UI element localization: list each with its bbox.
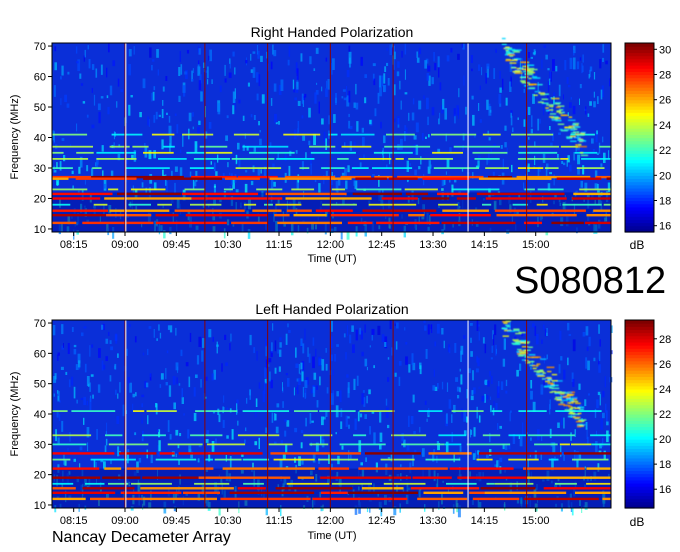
colorbar-tick-label: 26 [659,359,671,371]
emission-band [52,203,611,206]
right-frequency-axis: 10 20 30 40 50 60 70 [34,41,52,236]
left-time-axis: 08:15 09:00 09:45 10:30 11:15 12:00 12:45 13:30… [60,508,550,527]
emission-band [52,167,605,169]
interference-band [52,497,611,501]
interference-band [52,192,611,196]
emission-band [52,145,611,148]
right-time-axis: 08:15 09:00 09:45 10:30 11:15 12:00 12:45 13:30… [60,232,550,251]
colorbar-tick-label: 24 [659,384,671,396]
y-tick-label: 30 [34,163,46,175]
colorbar-tick-label: 30 [659,44,671,56]
emission-band [52,410,602,412]
colorbar-tick-label: 22 [659,409,671,421]
left-frequency-axis: 10 20 30 40 50 60 70 [34,318,52,512]
left-colorbar: 16 18 20 22 24 26 28 [624,319,671,509]
y-tick-label: 10 [34,500,46,512]
colorbar-tick-label: 20 [659,434,671,446]
interference-band [52,491,611,494]
colorbar-tick-label: 18 [659,459,671,471]
colorbar-tick-label: 24 [659,120,671,132]
x-tick-label: 11:15 [266,239,293,251]
x-tick-label: 12:00 [317,239,345,251]
y-tick-label: 60 [34,72,46,84]
x-tick-label: 14:15 [471,239,499,251]
right-colorbar: 16 18 20 22 24 26 28 30 [624,42,671,233]
interference-band [52,209,611,212]
x-tick-label: 13:30 [419,239,447,251]
interference-band [52,476,611,479]
right-time-axis-label: Time (UT) [307,253,356,265]
colorbar-tick-label: 22 [659,145,671,157]
right-polarization-spectrogram [52,37,612,240]
x-tick-label: 12:00 [317,515,345,527]
x-tick-label: 13:30 [419,515,447,527]
right-frequency-axis-label: Frequency (MHz) [9,95,21,180]
colorbar-tick-label: 16 [659,221,671,233]
colorbar-segment [625,43,654,47]
y-tick-label: 60 [34,348,46,360]
y-tick-label: 50 [34,379,46,391]
y-tick-label: 10 [34,224,46,236]
x-tick-label: 14:15 [471,515,499,527]
x-tick-label: 09:00 [111,239,139,251]
left-polarization-spectrogram [52,319,613,518]
x-tick-label: 12:45 [368,239,396,251]
x-tick-label: 09:45 [163,515,191,527]
colorbar-tick-label: 28 [659,70,671,82]
y-tick-label: 70 [34,318,46,330]
y-tick-label: 20 [34,193,46,205]
y-tick-label: 20 [34,470,46,482]
x-tick-label: 12:45 [368,515,396,527]
x-tick-label: 08:15 [60,239,88,251]
y-tick-label: 50 [34,102,46,114]
x-tick-label: 15:00 [522,515,550,527]
colorbar-tick-label: 26 [659,95,671,107]
right-polarization-panel: Right Handed Polarization 10 20 30 40 50 60 70… [9,24,671,265]
left-time-axis-label: Time (UT) [307,530,356,542]
observatory-name: Nancay Decameter Array [52,529,231,546]
y-tick-label: 40 [34,409,46,421]
y-tick-label: 40 [34,133,46,145]
colorbar-tick-label: 16 [659,484,671,496]
x-tick-label: 08:15 [60,515,88,527]
colorbar-tick-label: 18 [659,196,671,208]
left-polarization-panel: Left Handed Polarization 10203040506070 … [9,301,671,542]
interference-band [52,177,611,180]
interference-band [52,197,611,200]
x-tick-label: 09:00 [111,515,139,527]
x-tick-label: 15:00 [522,239,550,251]
x-tick-label: 11:15 [266,515,293,527]
colorbar-segment [625,320,654,324]
x-tick-label: 10:30 [214,515,242,527]
observation-date-code: S080812 [514,260,667,302]
interference-band [52,221,611,225]
x-tick-label: 09:45 [163,239,191,251]
colorbar-tick-label: 28 [659,334,671,346]
colorbar-tick-label: 20 [659,170,671,182]
x-tick-label: 10:30 [214,239,242,251]
interference-band [52,467,611,470]
left-colorbar-label: dB [630,515,645,529]
interference-band [52,214,611,217]
left-polarization-title: Left Handed Polarization [255,301,408,317]
right-colorbar-label: dB [630,238,645,252]
y-tick-label: 70 [34,41,46,53]
interference-band [52,452,611,455]
left-frequency-axis-label: Frequency (MHz) [9,372,21,457]
y-tick-label: 30 [34,439,46,451]
right-polarization-title: Right Handed Polarization [251,24,414,40]
